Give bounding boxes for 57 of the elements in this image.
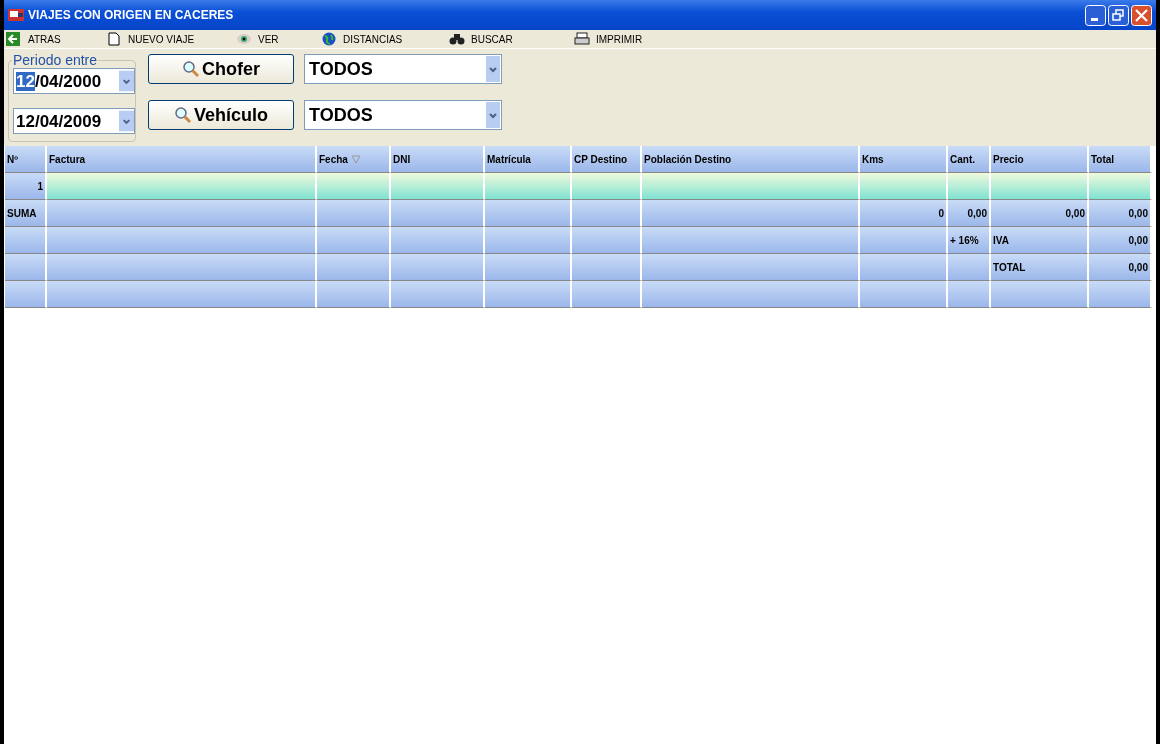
magnifier-icon — [182, 60, 200, 78]
column-header[interactable]: CP Destino — [572, 146, 642, 173]
table-cell — [1089, 173, 1152, 200]
column-header[interactable]: Fecha — [317, 146, 391, 173]
printer-icon[interactable] — [574, 32, 590, 46]
table-cell: 0,00 — [991, 200, 1089, 227]
table-cell — [948, 173, 991, 200]
globe-icon[interactable] — [321, 32, 337, 46]
restore-button[interactable] — [1108, 4, 1129, 26]
minimize-button[interactable] — [1085, 4, 1106, 26]
eye-icon[interactable] — [236, 32, 252, 46]
column-header[interactable]: Cant. — [948, 146, 991, 173]
column-header[interactable]: Total — [1089, 146, 1152, 173]
table-cell — [572, 281, 642, 308]
table-cell: IVA — [991, 227, 1089, 254]
table-cell: 0,00 — [948, 200, 991, 227]
table-cell: 0,00 — [1089, 200, 1152, 227]
table-cell — [572, 254, 642, 281]
table-cell: TOTAL — [991, 254, 1089, 281]
close-button[interactable] — [1131, 4, 1152, 26]
search-button[interactable]: Chofer — [148, 54, 294, 84]
toolbar-button[interactable]: BUSCAR — [471, 33, 513, 45]
row-header — [5, 227, 47, 254]
column-header[interactable]: Matrícula — [485, 146, 572, 173]
column-header[interactable]: Población Destino — [642, 146, 860, 173]
toolbar-button[interactable]: NUEVO VIAJE — [128, 33, 195, 45]
table-cell — [572, 173, 642, 200]
combo-box[interactable]: TODOS — [304, 100, 502, 130]
column-header[interactable]: Factura — [47, 146, 317, 173]
row-header: 1 — [5, 173, 47, 200]
magnifier-icon — [174, 106, 192, 124]
table-cell — [572, 200, 642, 227]
table-cell: 0 — [860, 200, 948, 227]
table-cell — [948, 281, 991, 308]
toolbar-button[interactable]: VER — [258, 33, 279, 45]
row-header: SUMA — [5, 200, 47, 227]
column-header[interactable]: DNI — [391, 146, 485, 173]
column-header[interactable]: Kms — [860, 146, 948, 173]
table-cell — [1089, 281, 1152, 308]
column-header[interactable]: Nº — [5, 146, 47, 173]
column-header[interactable]: Precio — [991, 146, 1089, 173]
row-header — [5, 281, 47, 308]
table-cell — [572, 227, 642, 254]
table-cell: 0,00 — [1089, 254, 1152, 281]
search-button[interactable]: Vehículo — [148, 100, 294, 130]
binoculars-icon[interactable] — [449, 32, 465, 46]
window-title: VIAJES CON ORIGEN EN CACERES — [28, 8, 235, 22]
document-icon[interactable] — [106, 32, 122, 46]
row-header — [5, 254, 47, 281]
combo-box[interactable]: TODOS — [304, 54, 502, 84]
group-label: Periodo entre — [12, 52, 99, 68]
toolbar-button[interactable]: IMPRIMIR — [596, 33, 643, 45]
table-cell: + 16% — [948, 227, 991, 254]
toolbar-button[interactable]: DISTANCIAS — [343, 33, 403, 45]
toolbar-button[interactable]: ATRAS — [28, 33, 61, 45]
table-cell — [948, 254, 991, 281]
table-cell: 0,00 — [1089, 227, 1152, 254]
